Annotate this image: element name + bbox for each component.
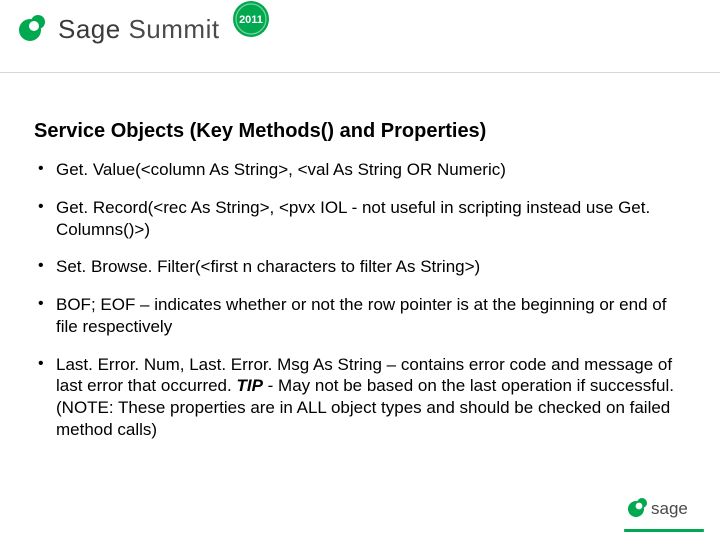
list-item: BOF; EOF – indicates whether or not the … bbox=[34, 294, 686, 338]
slide-content: Service Objects (Key Methods() and Prope… bbox=[34, 120, 686, 457]
list-item: Last. Error. Num, Last. Error. Msg As St… bbox=[34, 354, 686, 441]
list-item: Get. Record(<rec As String>, <pvx IOL - … bbox=[34, 197, 686, 241]
brand-text: Sage Summit bbox=[58, 14, 220, 45]
bullet-tip-label: TIP bbox=[236, 376, 262, 395]
brand-sage: Sage bbox=[58, 14, 121, 44]
list-item: Set. Browse. Filter(<first n characters … bbox=[34, 256, 686, 278]
slide-heading: Service Objects (Key Methods() and Prope… bbox=[34, 120, 686, 143]
list-item: Get. Value(<column As String>, <val As S… bbox=[34, 159, 686, 181]
brand-summit: Summit bbox=[128, 14, 219, 44]
bullet-text: Get. Record(<rec As String>, <pvx IOL - … bbox=[56, 198, 650, 239]
bullet-list: Get. Value(<column As String>, <val As S… bbox=[34, 159, 686, 441]
bullet-text: Get. Value(<column As String>, <val As S… bbox=[56, 160, 506, 179]
sage-logo-icon bbox=[16, 10, 50, 49]
footer-sage-logo: sage bbox=[626, 493, 698, 526]
footer-underline bbox=[624, 529, 704, 532]
year-text: 2011 bbox=[239, 14, 263, 26]
bullet-text: BOF; EOF – indicates whether or not the … bbox=[56, 295, 666, 336]
header-bar: Sage Summit 2011 bbox=[0, 0, 720, 73]
footer-logo-text: sage bbox=[651, 499, 688, 518]
bullet-text: Set. Browse. Filter(<first n characters … bbox=[56, 257, 480, 276]
year-badge: 2011 bbox=[230, 0, 272, 40]
brand-group: Sage Summit 2011 bbox=[16, 8, 272, 50]
